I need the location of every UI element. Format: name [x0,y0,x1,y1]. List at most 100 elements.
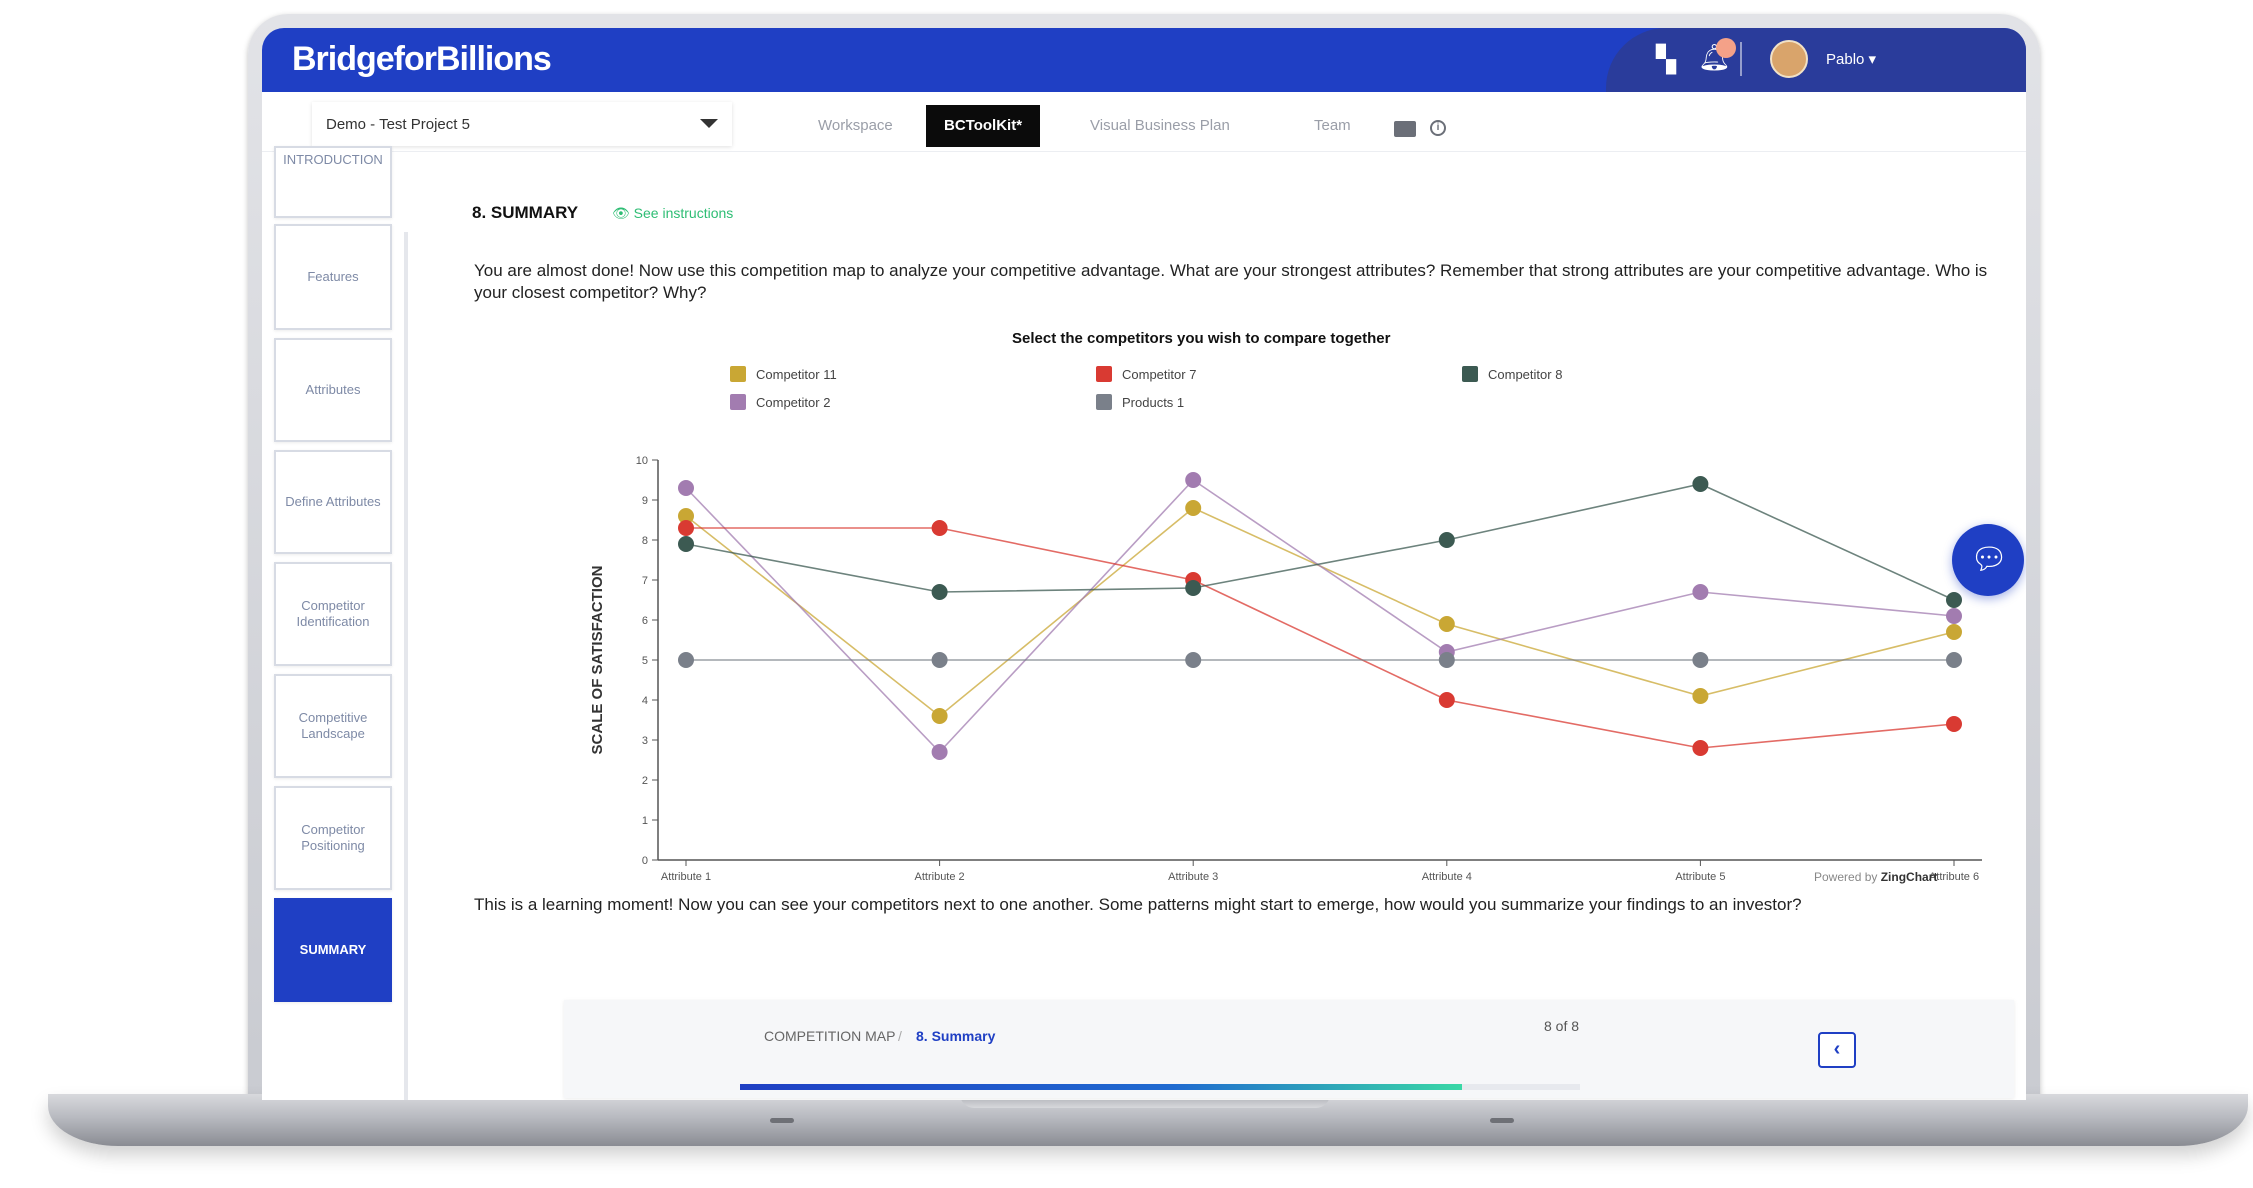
project-select-value: Demo - Test Project 5 [326,116,470,133]
sidebar-rail [404,232,408,1100]
data-point [1185,652,1202,668]
powered-by-brand: ZingChart [1880,870,1938,884]
tab-bctoolkit[interactable]: BCToolKit* [926,105,1041,147]
legend-label: Competitor 2 [756,394,831,410]
y-tick-label: 4 [642,695,648,707]
data-point [1946,608,1962,624]
data-point [1185,500,1202,516]
legend-swatch [1462,366,1478,382]
sidebar-item-introduction[interactable]: INTRODUCTION [274,146,392,218]
notification-badge [1716,38,1736,58]
avatar[interactable] [1770,40,1808,78]
data-point [678,536,694,552]
legend-label: Competitor 8 [1488,366,1563,382]
chart-title: Select the competitors you wish to compa… [1012,330,1391,347]
sidebar-item-attributes[interactable]: Attributes [274,338,392,442]
legend-label: Competitor 11 [756,366,837,382]
y-tick-label: 2 [642,775,648,787]
page-counter: 8 of 8 [1544,1018,1580,1034]
legend-item[interactable]: Products 1 [1096,394,1184,410]
sidebar-item-features[interactable]: Features [274,224,392,330]
legend-swatch [1096,366,1112,382]
user-menu[interactable]: Pablo ▾ [1826,50,1876,68]
top-header: BridgeforBillions ▚ 🔔︎ Pablo ▾ [262,28,2026,92]
chat-icon: 💬︎ [1970,543,2009,576]
legend-label: Competitor 7 [1122,366,1197,382]
data-point [1946,592,1962,608]
data-point [931,652,948,668]
data-point [931,744,948,760]
y-tick-label: 6 [642,615,648,627]
data-point [1946,652,1962,668]
y-tick-label: 1 [642,815,648,827]
video-icon[interactable] [1394,121,1416,137]
sidebar-item-competitor-positioning[interactable]: Competitor Positioning [274,786,392,890]
data-point [1438,616,1455,632]
data-point [1692,652,1709,668]
laptop-foot [770,1118,794,1123]
app-screen: BridgeforBillions ▚ 🔔︎ Pablo ▾ Demo - Te… [262,28,2026,1100]
data-point [931,584,948,600]
series-line [685,478,1955,754]
powered-by-text: Powered by [1814,870,1878,884]
sidebar-item-summary[interactable]: SUMMARY [274,898,392,1002]
y-tick-label: 8 [642,535,648,547]
legend-item[interactable]: Competitor 8 [1462,366,1562,382]
legend-item[interactable]: Competitor 2 [730,394,830,410]
data-point [1946,716,1962,732]
back-button[interactable]: ‹ [1818,1032,1856,1068]
project-select[interactable]: Demo - Test Project 5 [312,102,732,146]
competition-line-chart: 0 1 2 3 4 5 6 7 8 9 10 Attribute 1 Attribute 2 Attrib… [589,455,1982,883]
y-tick-label: 3 [642,735,648,747]
data-point [1438,652,1455,668]
apps-icon[interactable]: ▚ [1656,44,1676,75]
legend-swatch [1096,394,1112,410]
intro-text: You are almost done! Now use this compet… [474,261,1988,302]
tab-workspace[interactable]: Workspace [800,105,911,147]
header-divider [1740,42,1742,76]
progress-footer: COMPETITION MAP / 8. Summary 8 of 8 ‹ [564,1000,2014,1098]
data-point [1692,688,1709,704]
brand-logo[interactable]: BridgeforBillions [292,40,552,79]
series-line [686,527,1955,749]
x-tick-label: Attribute 4 [1422,871,1472,883]
x-tick-label: Attribute 5 [1675,871,1725,883]
sidebar-item-competitive-landscape[interactable]: Competitive Landscape [274,674,392,778]
tab-visual-business-plan[interactable]: Visual Business Plan [1072,105,1248,147]
y-axis-label: SCALE OF SATISFACTION [589,566,606,755]
legend-item[interactable]: Competitor 7 [1096,366,1196,382]
series-line [685,507,1955,718]
data-point [678,652,694,668]
outro-text: This is a learning moment! Now you can s… [474,895,1802,914]
progress-fill [740,1084,1463,1090]
data-point [678,520,694,536]
data-point [678,480,694,496]
page-title: 8. SUMMARY [472,203,579,222]
data-point [1692,584,1709,600]
info-icon[interactable]: i [1430,120,1446,136]
sidebar-item-define-attributes[interactable]: Define Attributes [274,450,392,554]
legend-item[interactable]: Competitor 11 [730,366,837,382]
sidebar-item-competitor-identification[interactable]: Competitor Identification [274,562,392,666]
sidebar: INTRODUCTION Features Attributes Define … [262,146,412,1100]
legend-swatch [730,366,746,382]
data-point [931,520,948,536]
see-instructions-link[interactable]: 👁 See instructions [612,205,733,222]
y-tick-label: 0 [642,855,648,867]
laptop-foot [1490,1118,1514,1123]
toolbar: Demo - Test Project 5 Workspace BCToolKi… [262,92,2026,152]
legend-swatch [730,394,746,410]
series-line [685,483,1955,601]
breadcrumb-current: 8. Summary [916,1028,996,1044]
tab-team[interactable]: Team [1296,105,1369,147]
breadcrumb[interactable]: COMPETITION MAP [764,1028,895,1044]
x-tick-label: Attribute 1 [661,871,711,883]
data-point [1946,624,1962,640]
data-point [1438,692,1455,708]
x-tick-label: Attribute 3 [1168,871,1218,883]
chat-button[interactable]: 💬︎ [1952,524,2024,596]
x-tick-label: Attribute 2 [915,871,965,883]
data-point [1692,476,1709,492]
y-tick-label: 9 [642,495,648,507]
progress-bar [740,1084,1580,1090]
